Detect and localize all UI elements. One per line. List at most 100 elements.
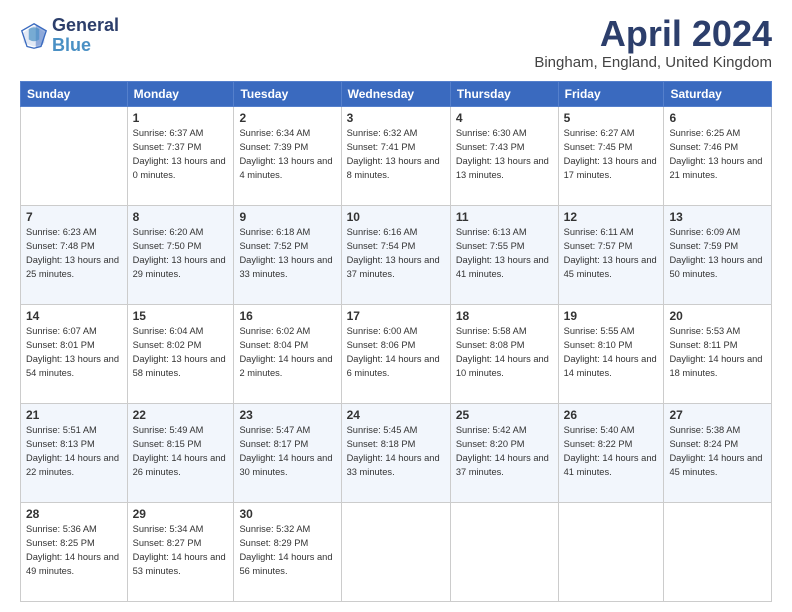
calendar-cell: 30 Sunrise: 5:32 AMSunset: 8:29 PMDayligh… xyxy=(234,503,341,602)
calendar-cell: 3Sunrise: 6:32 AMSunset: 7:41 PMDaylight… xyxy=(341,107,450,206)
calendar-cell: 7 Sunrise: 6:23 AMSunset: 7:48 PMDaylight… xyxy=(21,206,128,305)
location: Bingham, England, United Kingdom xyxy=(534,54,772,71)
day-number: 22 xyxy=(133,408,229,422)
day-info: Sunrise: 6:07 AMSunset: 8:01 PMDaylight:… xyxy=(26,325,122,381)
day-number: 8 xyxy=(133,210,229,224)
calendar-cell xyxy=(664,503,772,602)
day-info: Sunrise: 6:04 AMSunset: 8:02 PMDaylight:… xyxy=(133,325,229,381)
logo-text: General Blue xyxy=(52,16,119,56)
day-number: 5 xyxy=(564,111,659,125)
day-info: Sunrise: 5:32 AMSunset: 8:29 PMDaylight:… xyxy=(239,523,335,579)
calendar-cell: 2 Sunrise: 6:34 AMSunset: 7:39 PMDaylight… xyxy=(234,107,341,206)
day-info: Sunrise: 5:36 AMSunset: 8:25 PMDaylight:… xyxy=(26,523,122,579)
day-info: Sunrise: 6:11 AMSunset: 7:57 PMDaylight:… xyxy=(564,226,659,282)
day-info: Sunrise: 5:58 AMSunset: 8:08 PMDaylight:… xyxy=(456,325,553,381)
calendar-cell: 9Sunrise: 6:18 AMSunset: 7:52 PMDaylight… xyxy=(234,206,341,305)
day-number: 29 xyxy=(133,507,229,521)
day-info: Sunrise: 5:34 AMSunset: 8:27 PMDaylight:… xyxy=(133,523,229,579)
calendar-cell xyxy=(450,503,558,602)
day-info: Sunrise: 6:34 AMSunset: 7:39 PMDaylight:… xyxy=(239,127,335,183)
day-number: 18 xyxy=(456,309,553,323)
calendar-cell: 16Sunrise: 6:02 AMSunset: 8:04 PMDayligh… xyxy=(234,305,341,404)
week-row-2: 7 Sunrise: 6:23 AMSunset: 7:48 PMDaylight… xyxy=(21,206,772,305)
day-number: 12 xyxy=(564,210,659,224)
col-monday: Monday xyxy=(127,82,234,107)
day-number: 28 xyxy=(26,507,122,521)
calendar-cell: 1 Sunrise: 6:37 AMSunset: 7:37 PMDaylight… xyxy=(127,107,234,206)
calendar-cell: 10 Sunrise: 6:16 AMSunset: 7:54 PMDayligh… xyxy=(341,206,450,305)
col-wednesday: Wednesday xyxy=(341,82,450,107)
day-info: Sunrise: 6:37 AMSunset: 7:37 PMDaylight:… xyxy=(133,127,229,183)
day-info: Sunrise: 5:45 AMSunset: 8:18 PMDaylight:… xyxy=(347,424,445,480)
calendar-cell: 24 Sunrise: 5:45 AMSunset: 8:18 PMDayligh… xyxy=(341,404,450,503)
day-info: Sunrise: 5:53 AMSunset: 8:11 PMDaylight:… xyxy=(669,325,766,381)
header: General Blue April 2024 Bingham, England… xyxy=(20,16,772,71)
week-row-4: 21Sunrise: 5:51 AMSunset: 8:13 PMDayligh… xyxy=(21,404,772,503)
calendar-cell: 13Sunrise: 6:09 AMSunset: 7:59 PMDayligh… xyxy=(664,206,772,305)
day-number: 14 xyxy=(26,309,122,323)
col-thursday: Thursday xyxy=(450,82,558,107)
day-number: 7 xyxy=(26,210,122,224)
day-info: Sunrise: 6:25 AMSunset: 7:46 PMDaylight:… xyxy=(669,127,766,183)
day-info: Sunrise: 6:20 AMSunset: 7:50 PMDaylight:… xyxy=(133,226,229,282)
week-row-3: 14 Sunrise: 6:07 AMSunset: 8:01 PMDayligh… xyxy=(21,305,772,404)
day-info: Sunrise: 5:38 AMSunset: 8:24 PMDaylight:… xyxy=(669,424,766,480)
calendar-table: Sunday Monday Tuesday Wednesday Thursday… xyxy=(20,81,772,602)
title-block: April 2024 Bingham, England, United King… xyxy=(534,16,772,71)
calendar-cell: 11Sunrise: 6:13 AMSunset: 7:55 PMDayligh… xyxy=(450,206,558,305)
day-info: Sunrise: 5:55 AMSunset: 8:10 PMDaylight:… xyxy=(564,325,659,381)
col-tuesday: Tuesday xyxy=(234,82,341,107)
calendar-cell: 26 Sunrise: 5:40 AMSunset: 8:22 PMDayligh… xyxy=(558,404,664,503)
day-info: Sunrise: 5:40 AMSunset: 8:22 PMDaylight:… xyxy=(564,424,659,480)
calendar-cell: 23 Sunrise: 5:47 AMSunset: 8:17 PMDayligh… xyxy=(234,404,341,503)
day-number: 13 xyxy=(669,210,766,224)
day-number: 3 xyxy=(347,111,445,125)
calendar-cell: 12 Sunrise: 6:11 AMSunset: 7:57 PMDayligh… xyxy=(558,206,664,305)
calendar-cell: 8 Sunrise: 6:20 AMSunset: 7:50 PMDaylight… xyxy=(127,206,234,305)
day-info: Sunrise: 5:49 AMSunset: 8:15 PMDaylight:… xyxy=(133,424,229,480)
day-info: Sunrise: 5:42 AMSunset: 8:20 PMDaylight:… xyxy=(456,424,553,480)
week-row-5: 28 Sunrise: 5:36 AMSunset: 8:25 PMDayligh… xyxy=(21,503,772,602)
col-sunday: Sunday xyxy=(21,82,128,107)
day-number: 2 xyxy=(239,111,335,125)
day-number: 30 xyxy=(239,507,335,521)
day-number: 20 xyxy=(669,309,766,323)
day-number: 1 xyxy=(133,111,229,125)
week-row-1: 1 Sunrise: 6:37 AMSunset: 7:37 PMDaylight… xyxy=(21,107,772,206)
calendar-cell xyxy=(21,107,128,206)
calendar-header: Sunday Monday Tuesday Wednesday Thursday… xyxy=(21,82,772,107)
day-info: Sunrise: 6:02 AMSunset: 8:04 PMDaylight:… xyxy=(239,325,335,381)
day-number: 6 xyxy=(669,111,766,125)
logo: General Blue xyxy=(20,16,119,56)
day-number: 23 xyxy=(239,408,335,422)
day-number: 15 xyxy=(133,309,229,323)
calendar-cell: 15 Sunrise: 6:04 AMSunset: 8:02 PMDayligh… xyxy=(127,305,234,404)
day-number: 26 xyxy=(564,408,659,422)
calendar-cell: 29 Sunrise: 5:34 AMSunset: 8:27 PMDayligh… xyxy=(127,503,234,602)
day-info: Sunrise: 6:00 AMSunset: 8:06 PMDaylight:… xyxy=(347,325,445,381)
calendar-cell: 17Sunrise: 6:00 AMSunset: 8:06 PMDayligh… xyxy=(341,305,450,404)
day-number: 10 xyxy=(347,210,445,224)
calendar-cell: 4Sunrise: 6:30 AMSunset: 7:43 PMDaylight… xyxy=(450,107,558,206)
day-number: 11 xyxy=(456,210,553,224)
col-friday: Friday xyxy=(558,82,664,107)
header-row: Sunday Monday Tuesday Wednesday Thursday… xyxy=(21,82,772,107)
day-number: 19 xyxy=(564,309,659,323)
logo-icon xyxy=(20,22,48,50)
day-info: Sunrise: 6:30 AMSunset: 7:43 PMDaylight:… xyxy=(456,127,553,183)
calendar-cell: 28 Sunrise: 5:36 AMSunset: 8:25 PMDayligh… xyxy=(21,503,128,602)
day-info: Sunrise: 6:23 AMSunset: 7:48 PMDaylight:… xyxy=(26,226,122,282)
day-number: 9 xyxy=(239,210,335,224)
month-title: April 2024 xyxy=(534,16,772,52)
page: General Blue April 2024 Bingham, England… xyxy=(0,0,792,612)
calendar-cell: 6 Sunrise: 6:25 AMSunset: 7:46 PMDaylight… xyxy=(664,107,772,206)
calendar-cell: 27 Sunrise: 5:38 AMSunset: 8:24 PMDayligh… xyxy=(664,404,772,503)
day-info: Sunrise: 5:51 AMSunset: 8:13 PMDaylight:… xyxy=(26,424,122,480)
day-number: 24 xyxy=(347,408,445,422)
day-number: 25 xyxy=(456,408,553,422)
day-info: Sunrise: 5:47 AMSunset: 8:17 PMDaylight:… xyxy=(239,424,335,480)
day-info: Sunrise: 6:16 AMSunset: 7:54 PMDaylight:… xyxy=(347,226,445,282)
calendar-cell xyxy=(558,503,664,602)
day-number: 27 xyxy=(669,408,766,422)
calendar-cell: 5Sunrise: 6:27 AMSunset: 7:45 PMDaylight… xyxy=(558,107,664,206)
